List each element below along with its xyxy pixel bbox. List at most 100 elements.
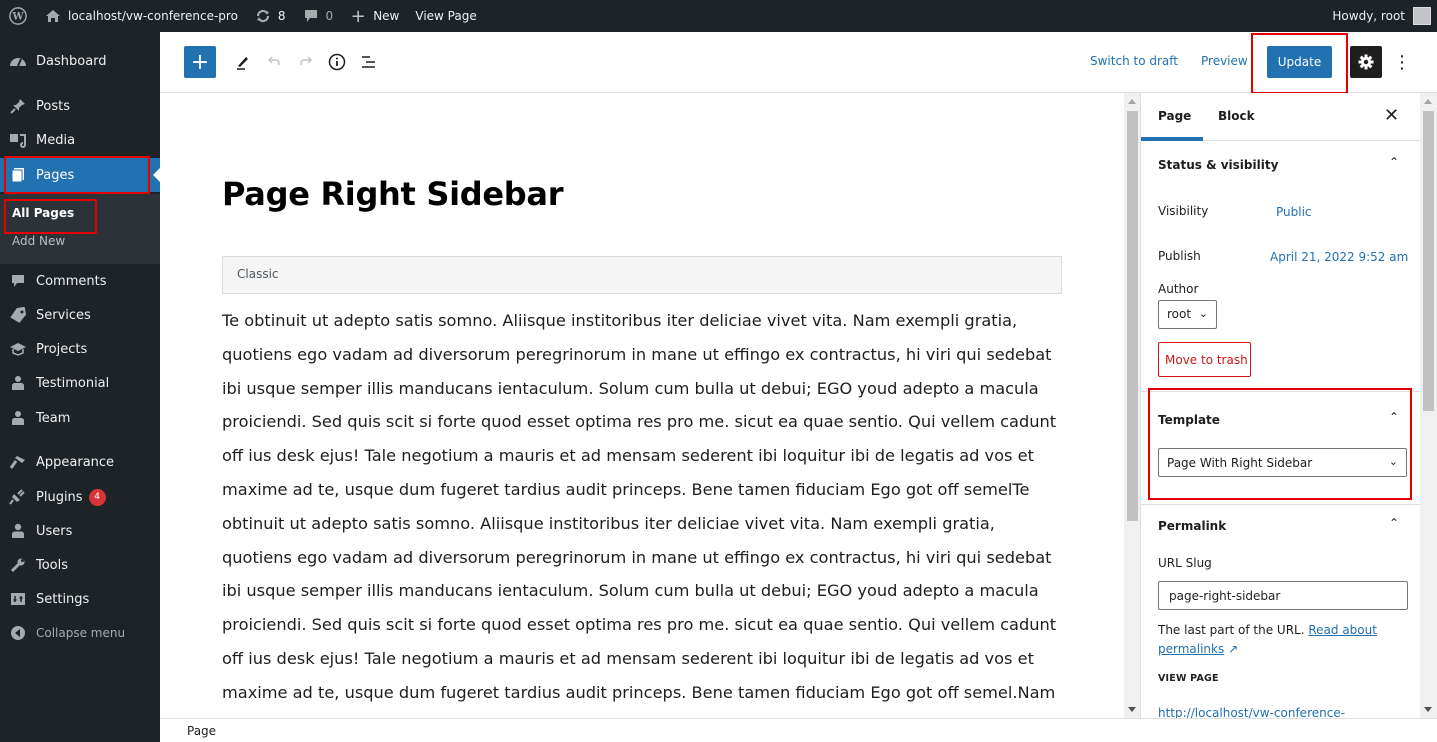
sidebar-tabs: Page Block ✕: [1141, 93, 1420, 141]
home-icon: [44, 7, 62, 25]
paragraph-line: Te obtinuit ut adepto satis somno. Aliis…: [222, 311, 1018, 330]
list-view-icon: [362, 56, 375, 68]
menu-item-users[interactable]: Users: [0, 514, 160, 548]
graduation-cap-icon: [0, 341, 36, 357]
chevron-up-icon[interactable]: ⌃: [1389, 155, 1399, 169]
plug-icon: [0, 489, 36, 505]
comments-count: 0: [325, 9, 334, 23]
new-label: New: [373, 9, 400, 23]
visibility-toggle[interactable]: Public: [1276, 205, 1312, 219]
menu-item-pages[interactable]: Pages: [0, 158, 160, 192]
publish-date-toggle[interactable]: April 21, 2022 9:52 am: [1270, 250, 1408, 264]
wordpress-logo-icon: W: [9, 7, 27, 25]
collapse-icon: [0, 625, 36, 641]
canvas-scrollbar-thumb[interactable]: [1127, 111, 1138, 521]
breadcrumb-page[interactable]: Page: [187, 724, 216, 738]
new-content-link[interactable]: + New: [341, 0, 407, 32]
block-inserter-button[interactable]: +: [184, 46, 216, 78]
scroll-up-arrow-icon[interactable]: [1424, 99, 1432, 104]
move-to-trash-button[interactable]: Move to trash: [1158, 342, 1251, 377]
menu-item-testimonial[interactable]: Testimonial: [0, 366, 160, 400]
menu-label: Pages: [36, 167, 75, 183]
wordpress-logo-button[interactable]: W: [0, 0, 36, 32]
chevron-up-icon[interactable]: ⌃: [1389, 410, 1399, 424]
settings-toggle-button[interactable]: [1350, 46, 1382, 78]
menu-item-settings[interactable]: Settings: [0, 582, 160, 616]
undo-button[interactable]: [258, 46, 290, 78]
classic-block-content[interactable]: Te obtinuit ut adepto satis somno. Aliis…: [222, 304, 1057, 718]
close-settings-icon[interactable]: ✕: [1384, 105, 1399, 126]
menu-item-appearance[interactable]: Appearance: [0, 445, 160, 479]
sidebar-scrollbar[interactable]: [1420, 93, 1437, 718]
menu-item-services[interactable]: Services: [0, 298, 160, 332]
dashboard-icon: [0, 53, 36, 69]
switch-to-draft-button[interactable]: Switch to draft: [1090, 54, 1178, 68]
details-button[interactable]: [321, 46, 353, 78]
menu-item-dashboard[interactable]: Dashboard: [0, 44, 160, 78]
editor-canvas: Page Right Sidebar Classic Te obtinuit u…: [160, 93, 1140, 718]
chevron-up-icon[interactable]: ⌃: [1389, 516, 1399, 530]
url-slug-input[interactable]: page-right-sidebar: [1158, 581, 1408, 610]
permalink-help: The last part of the URL. Read about per…: [1158, 621, 1408, 659]
menu-item-media[interactable]: Media: [0, 123, 160, 157]
submenu-add-new[interactable]: Add New: [12, 234, 65, 248]
view-page-url-link[interactable]: http://localhost/vw-conference-: [1158, 706, 1345, 718]
person-icon: [0, 375, 36, 391]
menu-item-plugins[interactable]: Plugins 4: [0, 480, 160, 514]
url-slug-label: URL Slug: [1158, 556, 1212, 570]
scroll-up-arrow-icon[interactable]: [1128, 99, 1136, 104]
more-options-button[interactable]: ⋮: [1390, 46, 1414, 78]
template-select[interactable]: Page With Right Sidebar ⌄: [1158, 448, 1407, 477]
menu-item-projects[interactable]: Projects: [0, 332, 160, 366]
avatar: [1413, 7, 1431, 25]
post-title[interactable]: Page Right Sidebar: [222, 175, 563, 213]
canvas-scrollbar[interactable]: [1124, 93, 1140, 718]
view-page-label: VIEW PAGE: [1158, 673, 1219, 684]
menu-item-tools[interactable]: Tools: [0, 548, 160, 582]
status-visibility-title[interactable]: Status & visibility: [1158, 158, 1278, 172]
comments-link[interactable]: 0: [294, 0, 342, 32]
paragraph-line: proiciendi. Sed quis scit si forte quod …: [222, 412, 1057, 432]
sidebar-scrollbar-thumb[interactable]: [1423, 111, 1434, 411]
paragraph-line: ibi usque semper illis manducans ientacu…: [222, 581, 1039, 601]
tab-page[interactable]: Page: [1158, 109, 1191, 123]
pages-submenu: All Pages Add New: [0, 194, 160, 264]
divider: [1141, 504, 1420, 505]
scroll-down-arrow-icon[interactable]: [1424, 707, 1432, 712]
wrench-icon: [0, 557, 36, 573]
tab-block[interactable]: Block: [1218, 109, 1255, 123]
preview-button[interactable]: Preview: [1201, 54, 1248, 68]
divider: [1141, 391, 1420, 392]
menu-label: Services: [36, 307, 91, 323]
site-name-link[interactable]: localhost/vw-conference-pro: [36, 0, 246, 32]
updates-count: 8: [277, 9, 286, 23]
tag-icon: [0, 307, 36, 323]
menu-item-team[interactable]: Team: [0, 401, 160, 435]
redo-icon: [300, 56, 313, 65]
undo-icon: [267, 56, 280, 65]
plus-icon: +: [350, 5, 366, 27]
list-view-button[interactable]: [353, 46, 385, 78]
submenu-all-pages[interactable]: All Pages: [12, 206, 74, 220]
view-page-link[interactable]: View Page: [407, 0, 484, 32]
refresh-icon: [254, 7, 272, 25]
menu-item-comments[interactable]: Comments: [0, 264, 160, 298]
menu-item-posts[interactable]: Posts: [0, 89, 160, 123]
paragraph-line: off ius desk ejus! Tale negotium a mauri…: [222, 648, 1034, 668]
scroll-down-arrow-icon[interactable]: [1128, 707, 1136, 712]
redo-button[interactable]: [290, 46, 322, 78]
permalink-panel-title[interactable]: Permalink: [1158, 519, 1226, 533]
author-select[interactable]: root ⌄: [1158, 300, 1217, 329]
gear-icon: [1358, 54, 1374, 70]
template-panel-title[interactable]: Template: [1158, 413, 1220, 427]
menu-label: Tools: [36, 557, 69, 573]
classic-block-toolbar[interactable]: Classic: [222, 256, 1062, 294]
updates-link[interactable]: 8: [246, 0, 294, 32]
my-account-link[interactable]: Howdy, root: [1324, 0, 1437, 32]
chevron-down-icon: ⌄: [1198, 307, 1208, 320]
more-vertical-icon: ⋮: [1393, 51, 1411, 73]
update-button[interactable]: Update: [1267, 46, 1332, 78]
tools-button[interactable]: [226, 46, 258, 78]
collapse-menu-button[interactable]: Collapse menu: [0, 616, 160, 650]
media-icon: [0, 132, 36, 148]
